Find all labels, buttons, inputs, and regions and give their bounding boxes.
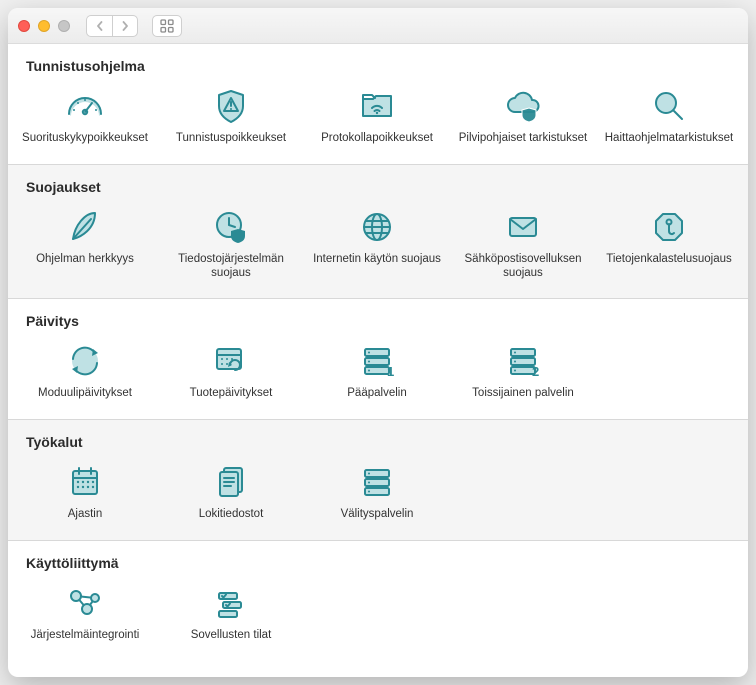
section-title: Käyttöliittymä [8, 541, 748, 575]
icon-row: Moduulipäivitykset Tuotepäivitykset 1 Pä… [8, 333, 748, 419]
document-icon [207, 460, 255, 504]
preferences-window: Tunnistusohjelma Suorituskykypoikkeukset… [8, 8, 748, 677]
item-label: Suorituskykypoikkeukset [22, 132, 148, 146]
item-pilvipohjaiset-tarkistukset[interactable]: Pilvipohjaiset tarkistukset [450, 84, 596, 146]
item-label: Pääpalvelin [347, 387, 406, 401]
item-ohjelman-herkkyys[interactable]: Ohjelman herkkyys [12, 205, 158, 281]
zoom-window-button[interactable] [58, 20, 70, 32]
item-jarjestelmaintegrointi[interactable]: Järjestelmäintegrointi [12, 581, 158, 643]
section-title: Työkalut [8, 420, 748, 454]
item-lokitiedostot[interactable]: Lokitiedostot [158, 460, 304, 522]
gauge-icon [61, 84, 109, 128]
folder-wifi-icon [353, 84, 401, 128]
item-label: Tiedostojärjestelmän suojaus [166, 253, 296, 281]
shield-alert-icon [207, 84, 255, 128]
item-label: Sovellusten tilat [191, 629, 272, 643]
item-internetin-kayton-suojaus[interactable]: Internetin käytön suojaus [304, 205, 450, 281]
item-label: Haittaohjelmatarkistukset [605, 132, 733, 146]
item-sahkopostisovelluksen-suojaus[interactable]: Sähköpostisovelluksen suojaus [450, 205, 596, 281]
icon-row: Ohjelman herkkyys Tiedostojärjestelmän s… [8, 199, 748, 299]
item-paapalvelin[interactable]: 1 Pääpalvelin [304, 339, 450, 401]
item-tuotepaivitykset[interactable]: Tuotepäivitykset [158, 339, 304, 401]
item-protokollapoikkeukset[interactable]: Protokollapoikkeukset [304, 84, 450, 146]
item-toissijainen-palvelin[interactable]: 2 Toissijainen palvelin [450, 339, 596, 401]
section-paivitys: Päivitys Moduulipäivitykset Tuotepäivity… [8, 298, 748, 419]
app-states-icon [207, 581, 255, 625]
item-label: Lokitiedostot [199, 508, 264, 522]
item-label: Sähköpostisovelluksen suojaus [458, 253, 588, 281]
section-title: Päivitys [8, 299, 748, 333]
item-label: Ajastin [68, 508, 103, 522]
item-label: Tuotepäivitykset [190, 387, 273, 401]
server-icon [353, 460, 401, 504]
item-label: Ohjelman herkkyys [36, 253, 134, 267]
item-label: Järjestelmäintegrointi [31, 629, 140, 643]
section-kayttoliittyma: Käyttöliittymä Järjestelmäintegrointi So… [8, 540, 748, 661]
item-label: Internetin käytön suojaus [313, 253, 441, 267]
section-tyokalut: Työkalut Ajastin Lokitiedostot [8, 419, 748, 540]
envelope-icon [499, 205, 547, 249]
section-title: Tunnistusohjelma [8, 44, 748, 78]
item-tunnistuspoikkeukset[interactable]: Tunnistuspoikkeukset [158, 84, 304, 146]
globe-icon [353, 205, 401, 249]
item-tiedostojarjestelman-suojaus[interactable]: Tiedostojärjestelmän suojaus [158, 205, 304, 281]
icon-row: Ajastin Lokitiedostot Välityspalvelin [8, 454, 748, 540]
magnifier-icon [645, 84, 693, 128]
server-2-icon: 2 [499, 339, 547, 383]
item-label: Moduulipäivitykset [38, 387, 132, 401]
section-suojaukset: Suojaukset Ohjelman herkkyys Tiedostojär… [8, 164, 748, 299]
close-window-button[interactable] [18, 20, 30, 32]
traffic-lights [18, 20, 70, 32]
icon-row: Suorituskykypoikkeukset Tunnistuspoikkeu… [8, 78, 748, 164]
item-ajastin[interactable]: Ajastin [12, 460, 158, 522]
clock-shield-icon [207, 205, 255, 249]
svg-text:1: 1 [387, 364, 394, 379]
icon-row: Järjestelmäintegrointi Sovellusten tilat [8, 575, 748, 661]
content-scroll[interactable]: Tunnistusohjelma Suorituskykypoikkeukset… [8, 44, 748, 677]
nav-arrow-group [86, 15, 138, 37]
titlebar [8, 8, 748, 44]
network-nodes-icon [61, 581, 109, 625]
feather-icon [61, 205, 109, 249]
item-label: Pilvipohjaiset tarkistukset [459, 132, 587, 146]
server-1-icon: 1 [353, 339, 401, 383]
refresh-circle-icon [61, 339, 109, 383]
back-button[interactable] [86, 15, 112, 37]
item-haittaohjelmatarkistukset[interactable]: Haittaohjelmatarkistukset [596, 84, 742, 146]
section-title: Suojaukset [8, 165, 748, 199]
item-label: Toissijainen palvelin [472, 387, 574, 401]
calendar-icon [61, 460, 109, 504]
phishing-icon [645, 205, 693, 249]
item-sovellusten-tilat[interactable]: Sovellusten tilat [158, 581, 304, 643]
section-tunnistusohjelma: Tunnistusohjelma Suorituskykypoikkeukset… [8, 44, 748, 164]
svg-text:2: 2 [532, 364, 539, 379]
item-label: Tietojenkalastelusuojaus [606, 253, 732, 267]
item-suorituskykypoikkeukset[interactable]: Suorituskykypoikkeukset [12, 84, 158, 146]
item-label: Välityspalvelin [341, 508, 414, 522]
item-valityspalvelin[interactable]: Välityspalvelin [304, 460, 450, 522]
forward-button[interactable] [112, 15, 138, 37]
item-tietojenkalastelusuojaus[interactable]: Tietojenkalastelusuojaus [596, 205, 742, 281]
show-all-button[interactable] [152, 15, 182, 37]
item-label: Protokollapoikkeukset [321, 132, 433, 146]
item-label: Tunnistuspoikkeukset [176, 132, 286, 146]
item-moduulipaivitykset[interactable]: Moduulipäivitykset [12, 339, 158, 401]
minimize-window-button[interactable] [38, 20, 50, 32]
cloud-shield-icon [499, 84, 547, 128]
calendar-refresh-icon [207, 339, 255, 383]
